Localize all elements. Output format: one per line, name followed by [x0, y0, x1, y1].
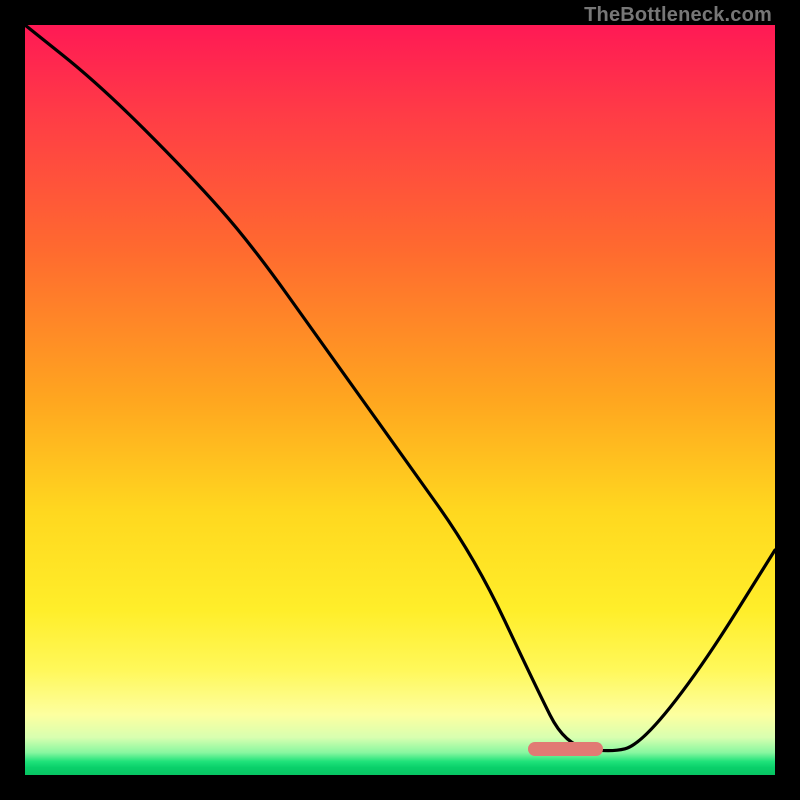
optimal-range-marker — [528, 742, 603, 756]
plot-area — [25, 25, 775, 775]
attribution-label: TheBottleneck.com — [584, 4, 772, 27]
chart-frame: TheBottleneck.com — [0, 0, 800, 800]
bottleneck-curve — [25, 25, 775, 775]
curve-path — [25, 25, 775, 751]
